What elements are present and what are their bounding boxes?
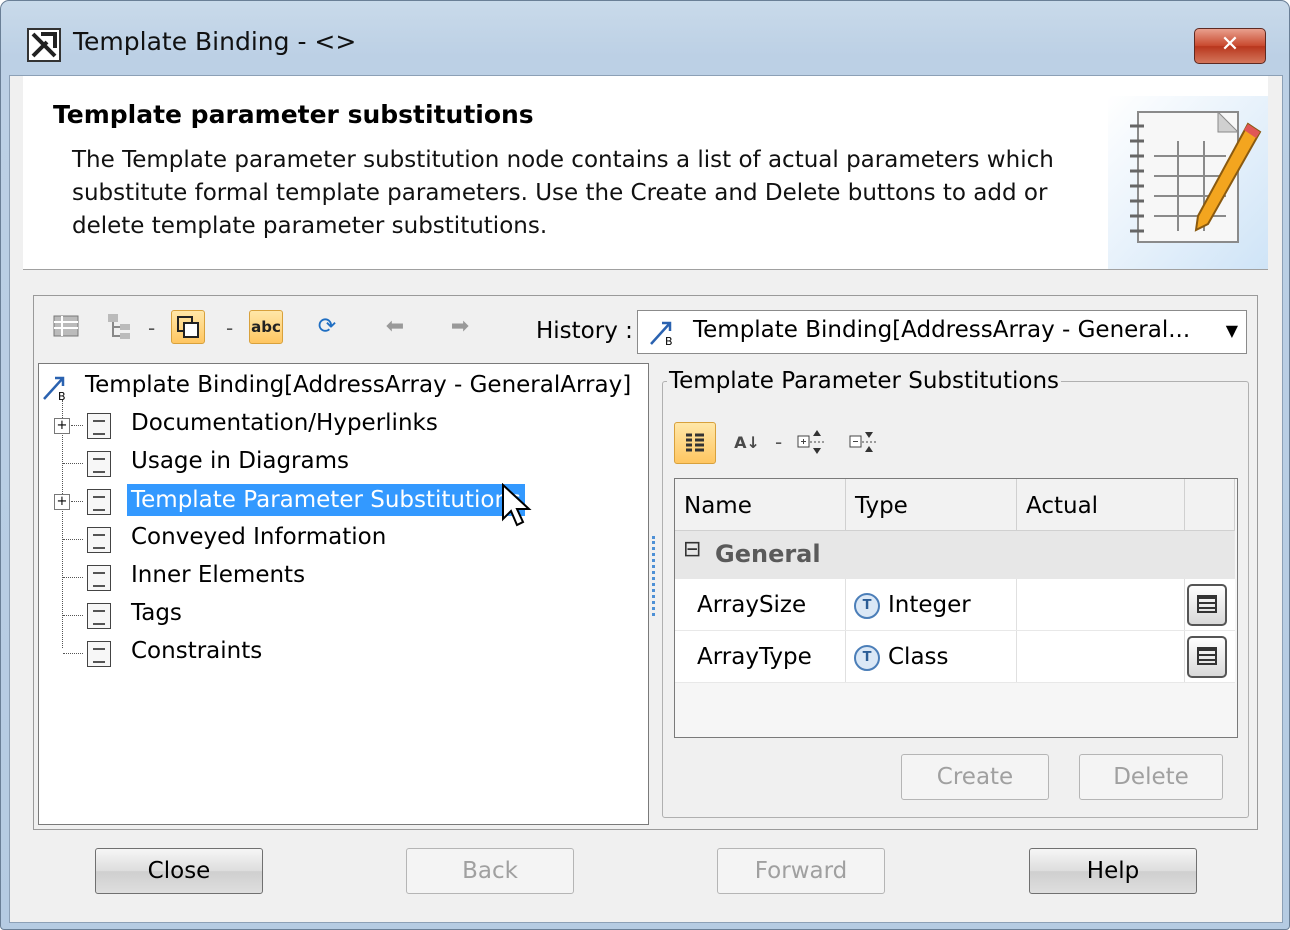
template-binding-icon: B — [650, 321, 673, 347]
header-panel: Template parameter substitutions The Tem… — [23, 76, 1268, 270]
tree-item-conveyed-information[interactable]: Conveyed Information — [39, 522, 559, 556]
refresh-icon[interactable]: ⟳ — [311, 310, 343, 342]
tree-item-label: Inner Elements — [131, 562, 306, 588]
tree-item-template-parameter-substitutions[interactable]: + Template Parameter Substitutions — [39, 484, 559, 518]
tree-item-label: Usage in Diagrams — [131, 448, 349, 474]
tree-item-constraints[interactable]: Constraints — [39, 636, 559, 670]
forward-arrow-icon[interactable]: ➡ — [444, 310, 476, 342]
tree-item-label: Documentation/Hyperlinks — [131, 410, 438, 436]
window-title: Template Binding - <> — [73, 27, 357, 56]
tree-item-inner-elements[interactable]: Inner Elements — [39, 560, 559, 594]
table-row[interactable]: ArrayType T Class — [675, 631, 1235, 683]
type-label: Integer — [888, 592, 971, 618]
node-icon — [87, 451, 111, 477]
close-button[interactable]: Close — [95, 848, 263, 894]
cell-type[interactable]: T Integer — [846, 579, 1017, 630]
dialog-window: Template Binding - <> ✕ Template paramet… — [0, 0, 1290, 930]
grid-icon[interactable] — [50, 310, 82, 342]
column-header-extra — [1185, 479, 1235, 531]
node-icon — [87, 413, 111, 439]
cell-actual[interactable] — [1017, 631, 1185, 682]
forward-button[interactable]: Forward — [717, 848, 885, 894]
cell-name: ArrayType — [675, 631, 846, 682]
copy-icon[interactable] — [171, 310, 205, 344]
node-icon — [87, 565, 111, 591]
tree-item-label: Tags — [131, 600, 182, 626]
history-dropdown[interactable]: B Template Binding[AddressArray - Genera… — [637, 310, 1247, 354]
window-close-button[interactable]: ✕ — [1194, 28, 1266, 64]
type-label: Class — [888, 644, 949, 670]
back-button[interactable]: Back — [406, 848, 574, 894]
tree-connector — [63, 577, 83, 578]
tree-connector — [71, 501, 83, 502]
tree-item-label: Constraints — [131, 638, 263, 664]
abc-icon[interactable]: abc — [249, 310, 283, 344]
close-icon: ✕ — [1220, 32, 1240, 57]
template-binding-icon: B — [43, 376, 66, 402]
tree-connector — [63, 653, 83, 654]
toolbar-separator: - — [226, 316, 234, 340]
delete-button[interactable]: Delete — [1079, 754, 1223, 800]
header-title: Template parameter substitutions — [53, 100, 534, 129]
expand-icon[interactable]: + — [54, 494, 70, 510]
expand-icon[interactable]: + — [54, 418, 70, 434]
tree-item-documentation[interactable]: + Documentation/Hyperlinks — [39, 408, 559, 442]
edit-value-button[interactable] — [1187, 636, 1227, 678]
header-description: The Template parameter substitution node… — [72, 147, 1054, 239]
tree-root-label: Template Binding[AddressArray - GeneralA… — [85, 372, 632, 398]
cell-type[interactable]: T Class — [846, 631, 1017, 682]
type-icon: T — [854, 592, 880, 619]
column-header-actual[interactable]: Actual — [1017, 479, 1185, 531]
tree-item-usage[interactable]: Usage in Diagrams — [39, 446, 559, 480]
column-header-name[interactable]: Name — [675, 479, 846, 531]
create-button[interactable]: Create — [901, 754, 1049, 800]
history-label: History : — [536, 318, 633, 344]
main-panel: - - abc ⟳ ⬅ ➡ History : B Template Bindi… — [33, 295, 1258, 830]
tree-connector — [63, 615, 83, 616]
substitutions-group: Template Parameter Substitutions A↓ - Na… — [662, 368, 1249, 818]
node-icon — [87, 527, 111, 553]
back-arrow-icon[interactable]: ⬅ — [379, 310, 411, 342]
toolbar-separator: - — [775, 430, 783, 454]
tree-icon[interactable] — [104, 310, 136, 342]
history-value: Template Binding[AddressArray - General.… — [693, 317, 1191, 343]
categorized-view-icon[interactable] — [674, 422, 716, 464]
group-title: Template Parameter Substitutions — [667, 368, 1062, 394]
title-bar: Template Binding - <> ✕ — [1, 1, 1289, 75]
collapse-all-icon[interactable] — [847, 426, 879, 458]
properties-table: Name Type Actual ⊟ General ArraySize T In… — [674, 478, 1238, 738]
cell-actual[interactable] — [1017, 579, 1185, 630]
tree-connector — [63, 539, 83, 540]
edit-value-button[interactable] — [1187, 584, 1227, 626]
svg-text:B: B — [665, 335, 673, 347]
type-icon: T — [854, 644, 880, 671]
panel-splitter[interactable] — [652, 536, 659, 616]
mouse-cursor-icon — [502, 483, 532, 527]
sort-az-icon[interactable]: A↓ — [731, 426, 763, 458]
tree-connector — [63, 463, 83, 464]
notebook-pencil-icon — [1108, 96, 1268, 269]
chevron-down-icon: ▼ — [1225, 321, 1238, 340]
tree-connector — [71, 425, 83, 426]
toolbar-separator: - — [148, 316, 156, 340]
node-icon — [87, 641, 111, 667]
table-row[interactable]: ArraySize T Integer — [675, 579, 1235, 631]
app-icon — [27, 28, 61, 62]
dialog-body: Template parameter substitutions The Tem… — [9, 75, 1283, 923]
expand-all-icon[interactable] — [795, 426, 827, 458]
column-header-type[interactable]: Type — [846, 479, 1017, 531]
tree-item-tags[interactable]: Tags — [39, 598, 559, 632]
collapse-icon[interactable]: ⊟ — [683, 537, 701, 562]
tree-item-label: Template Parameter Substitutions — [127, 484, 526, 516]
cell-name: ArraySize — [675, 579, 846, 630]
element-tree: B Template Binding[AddressArray - Genera… — [38, 363, 649, 825]
node-icon — [87, 489, 111, 515]
category-row-general[interactable]: ⊟ General — [675, 531, 1235, 579]
help-button[interactable]: Help — [1029, 848, 1197, 894]
tree-item-label: Conveyed Information — [131, 524, 387, 550]
category-label: General — [715, 540, 821, 568]
node-icon — [87, 603, 111, 629]
